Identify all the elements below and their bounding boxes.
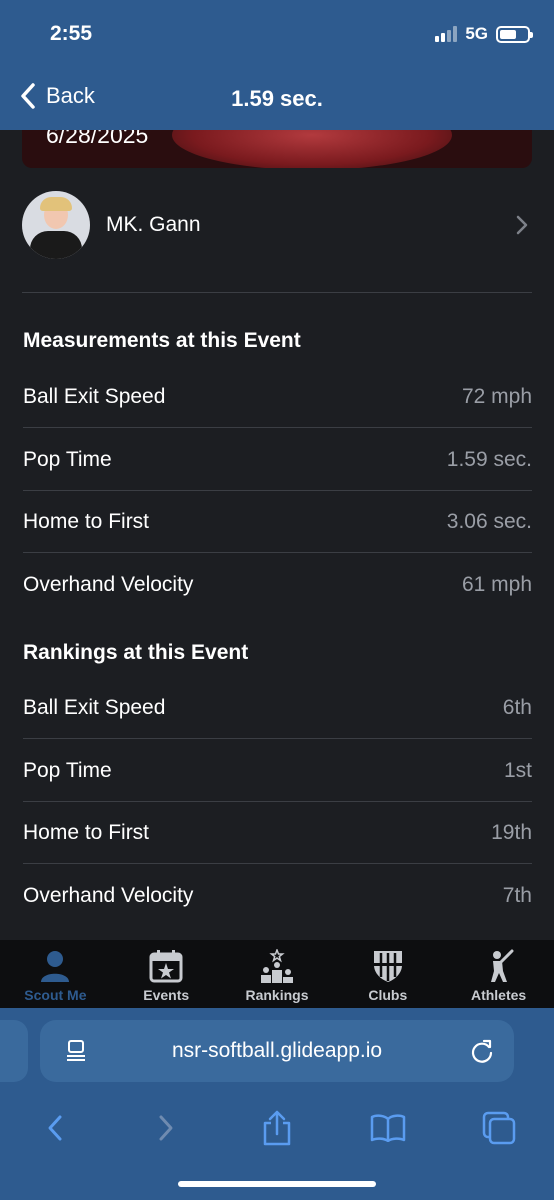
measurement-value: 61 mph xyxy=(461,573,532,596)
ranking-row: Overhand Velocity 7th xyxy=(23,865,532,927)
ranking-row: Ball Exit Speed 6th xyxy=(23,677,532,739)
divider xyxy=(22,292,532,293)
status-indicators: 5G xyxy=(435,24,533,44)
bookmarks-button[interactable] xyxy=(368,1108,408,1148)
measurement-row: Pop Time 1.59 sec. xyxy=(23,429,532,491)
chevron-left-icon xyxy=(48,1115,62,1141)
event-date: 6/28/2025 xyxy=(46,130,149,148)
ranking-label: Ball Exit Speed xyxy=(23,696,166,719)
tab-label: Clubs xyxy=(368,987,408,1003)
tab-label: Athletes xyxy=(470,987,527,1003)
ranking-value: 6th xyxy=(502,696,532,719)
ranking-value: 1st xyxy=(503,759,532,782)
shield-icon xyxy=(373,951,402,982)
signal-icon xyxy=(435,26,458,42)
tab-rankings[interactable]: Rankings xyxy=(222,940,333,1008)
rankings-section-title: Rankings at this Event xyxy=(23,641,249,664)
tab-bar: Scout Me Events Rankings Clubs Athletes xyxy=(0,940,554,1008)
tab-clubs[interactable]: Clubs xyxy=(332,940,443,1008)
tab-label: Events xyxy=(143,987,190,1003)
measurement-label: Home to First xyxy=(23,510,150,533)
ranking-row: Pop Time 1st xyxy=(23,740,532,802)
tabs-icon xyxy=(482,1111,515,1145)
tabs-button[interactable] xyxy=(479,1108,519,1148)
ranking-label: Overhand Velocity xyxy=(23,884,194,907)
event-logo-art xyxy=(172,130,452,168)
tab-label: Rankings xyxy=(245,987,309,1003)
page-menu-icon[interactable] xyxy=(66,1040,86,1062)
measurement-row: Ball Exit Speed 72 mph xyxy=(23,366,532,428)
network-label: 5G xyxy=(465,24,488,43)
tab-events[interactable]: Events xyxy=(111,940,222,1008)
status-time: 2:55 xyxy=(50,22,93,45)
reload-icon[interactable] xyxy=(470,1038,494,1064)
url-text: nsr-softball.glideapp.io xyxy=(171,1039,383,1062)
share-icon xyxy=(263,1110,291,1146)
event-banner-image: 6/28/2025 xyxy=(22,130,532,168)
share-button[interactable] xyxy=(257,1108,297,1148)
athlete-profile-row[interactable]: MK. Gann xyxy=(22,190,532,260)
browser-back-button[interactable] xyxy=(35,1108,75,1148)
home-indicator xyxy=(178,1181,376,1187)
athlete-name: MK. Gann xyxy=(106,213,201,236)
person-icon xyxy=(41,951,70,982)
browser-forward-button[interactable] xyxy=(146,1108,186,1148)
previous-tab-preview[interactable] xyxy=(0,1020,28,1082)
ranking-label: Pop Time xyxy=(23,759,112,782)
avatar xyxy=(22,191,90,259)
measurement-row: Home to First 3.06 sec. xyxy=(23,491,532,553)
batter-icon xyxy=(490,949,514,982)
measurement-label: Pop Time xyxy=(23,448,112,471)
chevron-right-icon xyxy=(516,215,528,235)
book-icon xyxy=(370,1114,406,1142)
measurement-value: 72 mph xyxy=(461,385,532,408)
tab-scout-me[interactable]: Scout Me xyxy=(0,940,111,1008)
browser-nav-bar xyxy=(0,1098,554,1158)
measurement-value: 1.59 sec. xyxy=(446,448,532,471)
ranking-row: Home to First 19th xyxy=(23,802,532,864)
battery-icon xyxy=(496,25,533,43)
back-button[interactable]: Back xyxy=(20,82,95,110)
tab-label: Scout Me xyxy=(24,987,87,1003)
ranking-value: 7th xyxy=(502,884,532,907)
browser-toolbar: nsr-softball.glideapp.io xyxy=(0,1008,554,1200)
ranking-value: 19th xyxy=(491,821,532,844)
calendar-star-icon xyxy=(149,950,183,983)
app-header: 2:55 5G 1.59 sec. Back xyxy=(0,0,554,130)
chevron-left-icon xyxy=(21,83,35,109)
podium-icon xyxy=(260,949,293,983)
measurement-value: 3.06 sec. xyxy=(446,510,532,533)
ranking-label: Home to First xyxy=(23,821,150,844)
tab-athletes[interactable]: Athletes xyxy=(443,940,554,1008)
chevron-right-icon xyxy=(159,1115,173,1141)
back-label: Back xyxy=(46,83,95,108)
measurement-label: Ball Exit Speed xyxy=(23,385,166,408)
measurement-label: Overhand Velocity xyxy=(23,573,194,596)
measurement-row: Overhand Velocity 61 mph xyxy=(23,554,532,616)
measurements-section-title: Measurements at this Event xyxy=(23,329,301,352)
url-bar[interactable]: nsr-softball.glideapp.io xyxy=(40,1020,514,1082)
